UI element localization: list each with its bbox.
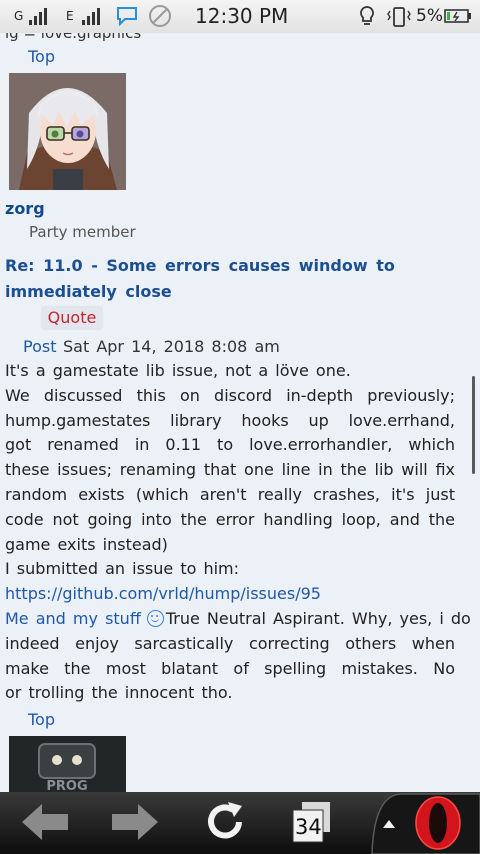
tab-count: 34 xyxy=(295,815,322,839)
signature-text: True Neutral Aspirant. Why, yes, i do xyxy=(165,608,471,628)
scrollbar[interactable] xyxy=(472,376,475,474)
top-link[interactable]: Top xyxy=(28,47,55,66)
battery-percent: 5% xyxy=(416,6,443,26)
post-title[interactable]: Re: 11.0 - Some errors causes window to … xyxy=(5,253,465,305)
post-date: Sat Apr 14, 2018 8:08 am xyxy=(63,337,280,356)
next-user-avatar[interactable]: PROG xyxy=(9,736,126,792)
body-line: random exists (which aren't really crash… xyxy=(5,484,455,504)
next-avatar-text: PROG xyxy=(46,779,87,792)
issue-link[interactable]: https://github.com/vrld/hump/issues/95 xyxy=(5,584,321,603)
chat-icon xyxy=(117,7,137,26)
sim1-label: G xyxy=(14,9,24,23)
no-sync-icon xyxy=(149,5,171,27)
sim2-label: E xyxy=(66,9,74,23)
signature-line: indeed enjoy sarcastically correcting ot… xyxy=(5,633,455,653)
status-bar: G E 12:30 PM 5% xyxy=(0,0,480,34)
signature-line: make the most blatant of spelling mistak… xyxy=(5,658,455,678)
body-line: got renamed in 0.11 to love.errorhandler… xyxy=(5,435,455,455)
battery-icon xyxy=(444,9,471,23)
body-line: hump.gamestates library hooks up love.er… xyxy=(5,410,455,430)
top-link[interactable]: Top xyxy=(28,710,55,729)
cut-off-code-line: ig = love.graphics xyxy=(5,33,142,42)
opera-menu-button[interactable] xyxy=(362,792,480,854)
tabs-button[interactable]: 34 xyxy=(288,792,338,854)
body-line: I submitted an issue to him: xyxy=(5,559,240,579)
smiley-icon xyxy=(146,609,164,627)
user-rank: Party member xyxy=(29,223,136,241)
reload-icon[interactable] xyxy=(198,792,252,854)
opera-logo-icon xyxy=(415,796,461,850)
vibrate-icon xyxy=(387,7,411,27)
post-permalink[interactable]: Post xyxy=(23,337,56,356)
signature-link[interactable]: Me and my stuff xyxy=(5,609,141,628)
body-line: game exits instead) xyxy=(5,534,168,554)
lightbulb-icon xyxy=(360,6,374,25)
signature-line: or trolling the innocent tho. xyxy=(5,683,233,703)
clock: 12:30 PM xyxy=(195,4,289,28)
user-avatar[interactable] xyxy=(9,73,126,190)
quote-button[interactable]: Quote xyxy=(41,306,103,330)
body-line: We discussed this on discord in-depth pr… xyxy=(5,385,455,405)
back-arrow-icon[interactable] xyxy=(20,792,72,854)
forward-arrow-icon[interactable] xyxy=(108,792,160,854)
post-body: It's a gamestate lib issue, not a löve o… xyxy=(5,359,471,706)
forum-page: ig = love.graphics Top zorg Party member… xyxy=(0,33,480,792)
post-author[interactable]: zorg xyxy=(5,199,45,218)
body-line: these issues; renaming that one line in … xyxy=(5,460,455,480)
body-line: It's a gamestate lib issue, not a löve o… xyxy=(5,361,351,380)
body-line: code not going into the error handling l… xyxy=(5,509,455,529)
signal-icon xyxy=(82,8,100,25)
signal-icon xyxy=(29,8,47,25)
browser-navbar: 34 xyxy=(0,792,480,854)
